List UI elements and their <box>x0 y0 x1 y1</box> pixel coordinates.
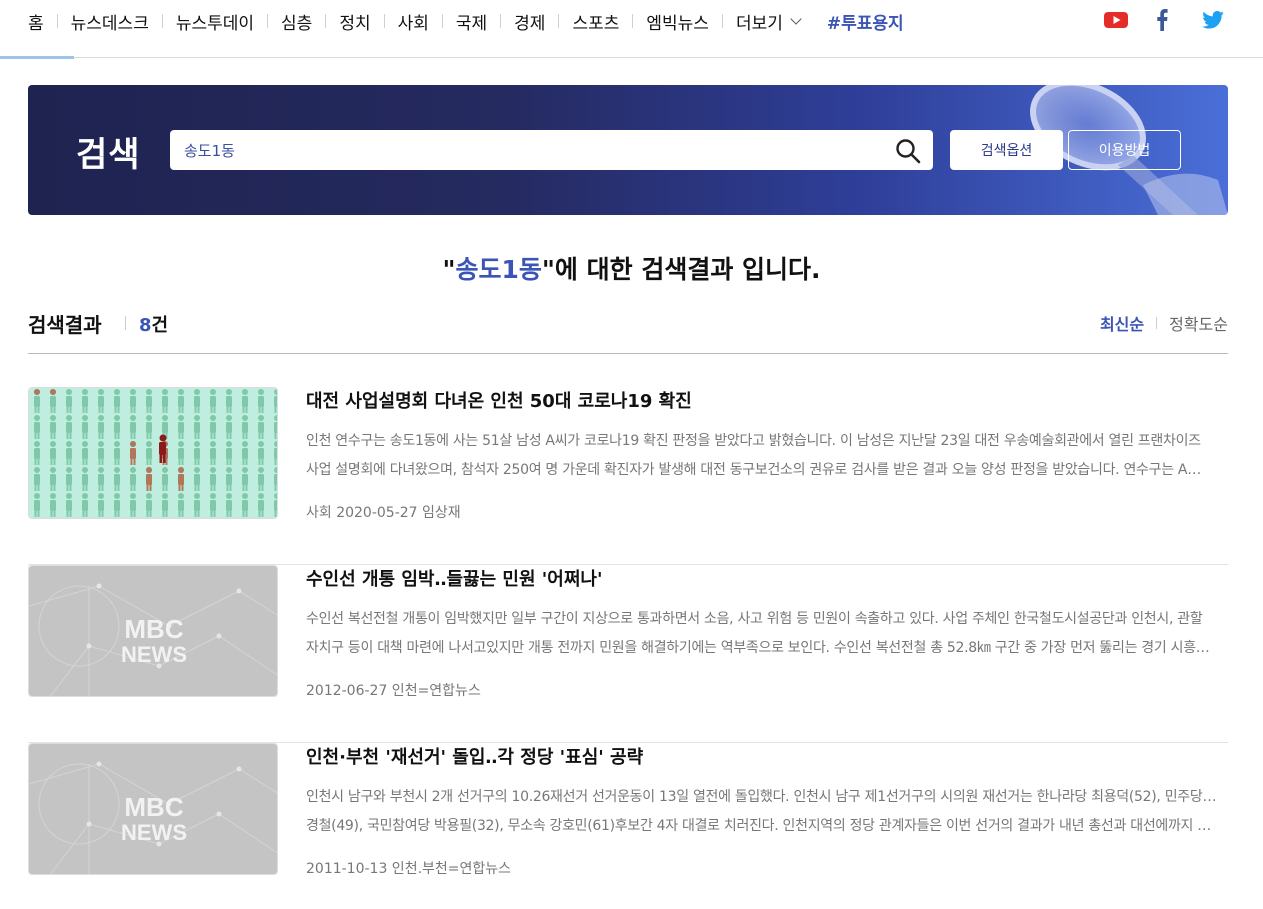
article-summary-line: 자치구 등이 대책 마련에 나서고있지만 개통 전까지 민원을 해결하기에는 역… <box>306 640 1210 656</box>
nav-divider <box>161 14 163 28</box>
article-thumbnail[interactable]: MBC NEWS <box>28 743 278 875</box>
nav-more-label: 더보기 <box>735 13 783 34</box>
results-count-number: 8 <box>139 315 152 336</box>
nav-item-home[interactable]: 홈 <box>28 9 44 34</box>
top-navigation: 홈 뉴스데스크 뉴스투데이 심층 정치 사회 국제 경제 스포츠 엠빅뉴스 더보… <box>0 0 1263 59</box>
article-summary-line: 경철(49), 국민참여당 박용필(32), 무소속 강호민(61)후보간 4자… <box>306 818 1211 834</box>
mbc-news-placeholder-image: MBC NEWS <box>29 566 277 696</box>
article-summary[interactable]: 인천시 남구와 부천시 2개 선거구의 10.26재선거 선거운동이 13일 열… <box>306 783 1218 841</box>
search-banner: 검색 검색옵션 이용방법 <box>28 85 1228 215</box>
nav-divider <box>441 14 443 28</box>
article-meta: 사회 2020-05-27 임상재 <box>306 505 461 521</box>
nav-divider <box>325 14 327 28</box>
mbc-logo-text: MBC <box>124 792 183 822</box>
article-headline[interactable]: 수인선 개통 임박‥들끓는 민원 '어쩌나' <box>306 565 603 591</box>
article-headline[interactable]: 대전 사업설명회 다녀온 인천 50대 코로나19 확진 <box>306 387 692 413</box>
nav-item-newstoday[interactable]: 뉴스투데이 <box>176 9 254 34</box>
article-item: MBC NEWS 인천·부천 '재선거' 돌입‥각 정당 '표심' 공략 인천시… <box>28 743 1228 909</box>
article-summary-line: 수인선 복선전철 개통이 임박했지만 일부 구간이 지상으로 통과하면서 소음,… <box>306 611 1203 627</box>
sort-latest-button[interactable]: 최신순 <box>1100 311 1144 335</box>
article-thumbnail[interactable] <box>28 387 278 519</box>
search-input[interactable] <box>184 130 884 170</box>
nav-item-economy[interactable]: 경제 <box>514 9 545 34</box>
main-menu: 홈 뉴스데스크 뉴스투데이 심층 정치 사회 국제 경제 스포츠 엠빅뉴스 더보… <box>28 9 904 34</box>
results-header: 검색결과 8건 최신순 정확도순 <box>28 306 1228 354</box>
result-message-suffix: "에 대한 검색결과 입니다. <box>541 255 821 284</box>
results-count: 8건 <box>139 311 168 337</box>
mbc-news-placeholder-image: MBC NEWS <box>29 744 277 874</box>
article-summary-line: 인천 연수구는 송도1동에 사는 51살 남성 A씨가 코로나19 확진 판정을… <box>306 433 1201 449</box>
nav-item-international[interactable]: 국제 <box>456 9 487 34</box>
article-thumbnail[interactable]: MBC NEWS <box>28 565 278 697</box>
chevron-down-icon <box>790 12 802 25</box>
sort-options: 최신순 정확도순 <box>1100 311 1228 335</box>
sort-accuracy-button[interactable]: 정확도순 <box>1169 311 1228 335</box>
nav-divider <box>721 14 723 28</box>
nav-item-indepth[interactable]: 심층 <box>281 9 312 34</box>
article-summary[interactable]: 수인선 복선전철 개통이 임박했지만 일부 구간이 지상으로 통과하면서 소음,… <box>306 605 1218 663</box>
nav-divider <box>632 14 634 28</box>
article-item: 대전 사업설명회 다녀온 인천 50대 코로나19 확진 인천 연수구는 송도1… <box>28 387 1228 565</box>
nav-item-newsdesk[interactable]: 뉴스데스크 <box>71 9 149 34</box>
open-quote: " <box>442 255 456 284</box>
nav-item-mbig-news[interactable]: 엠빅뉴스 <box>646 9 709 34</box>
article-meta: 2012-06-27 인천=연합뉴스 <box>306 683 481 699</box>
results-label: 검색결과 <box>28 313 102 337</box>
results-count-unit: 건 <box>151 315 169 336</box>
article-headline[interactable]: 인천·부천 '재선거' 돌입‥각 정당 '표심' 공략 <box>306 743 643 769</box>
article-item: MBC NEWS 수인선 개통 임박‥들끓는 민원 '어쩌나' 수인선 복선전철… <box>28 565 1228 743</box>
mbc-logo-text: MBC <box>124 614 183 644</box>
article-summary[interactable]: 인천 연수구는 송도1동에 사는 51살 남성 A씨가 코로나19 확진 판정을… <box>306 427 1218 485</box>
youtube-icon[interactable] <box>1104 8 1128 32</box>
news-logo-text: NEWS <box>121 820 187 845</box>
news-logo-text: NEWS <box>121 642 187 667</box>
article-meta: 2011-10-13 인천.부천=연합뉴스 <box>306 861 512 877</box>
result-keyword: 송도1동 <box>455 255 542 284</box>
sort-divider <box>1156 317 1158 329</box>
usage-guide-button[interactable]: 이용방법 <box>1068 130 1181 170</box>
nav-divider <box>56 14 58 28</box>
search-icon[interactable] <box>895 138 921 164</box>
nav-hashtag[interactable]: #투표용지 <box>827 9 904 34</box>
nav-spacer <box>813 14 814 28</box>
search-box <box>170 130 933 170</box>
nav-item-more[interactable]: 더보기 <box>735 9 802 34</box>
people-crowd-image <box>29 388 277 518</box>
nav-item-politics[interactable]: 정치 <box>339 9 370 34</box>
nav-divider <box>558 14 560 28</box>
search-options-button[interactable]: 검색옵션 <box>950 130 1063 170</box>
active-nav-indicator <box>0 56 74 59</box>
nav-item-society[interactable]: 사회 <box>398 9 429 34</box>
article-summary-line: 사업 설명회에 다녀왔으며, 참석자 250여 명 가운데 확진자가 발생해 대… <box>306 462 1201 478</box>
results-divider <box>125 316 126 330</box>
search-page-title: 검색 <box>76 135 141 175</box>
nav-item-sports[interactable]: 스포츠 <box>572 9 619 34</box>
facebook-icon[interactable] <box>1152 8 1172 32</box>
nav-divider <box>383 14 385 28</box>
article-summary-line: 인천시 남구와 부천시 2개 선거구의 10.26재선거 선거운동이 13일 열… <box>306 789 1218 805</box>
twitter-icon[interactable] <box>1200 8 1226 32</box>
result-message: "송도1동"에 대한 검색결과 입니다. <box>0 250 1263 286</box>
nav-divider <box>267 14 269 28</box>
nav-divider <box>500 14 502 28</box>
